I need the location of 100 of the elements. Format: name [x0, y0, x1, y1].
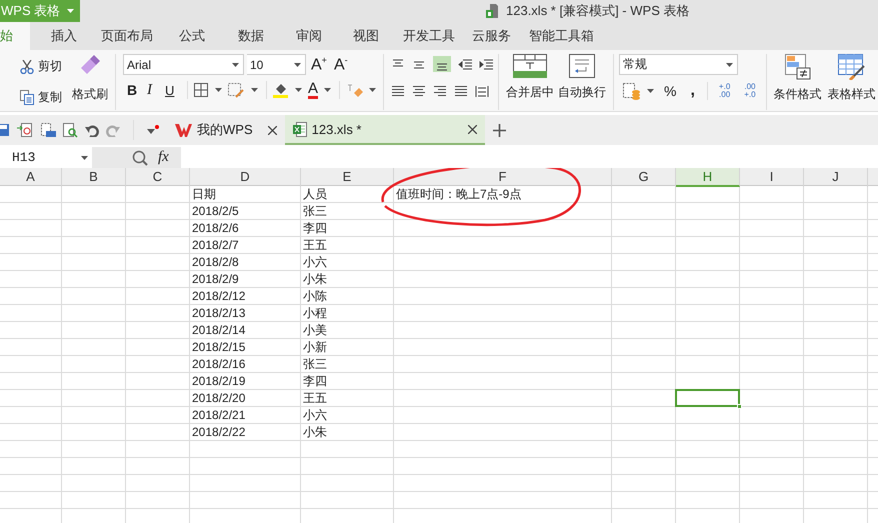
caret-icon[interactable] — [232, 62, 239, 66]
grow-font-button[interactable]: A$^{+}$ — [309, 54, 329, 74]
table-cell: 2018/2/19 — [192, 374, 246, 388]
caret-icon[interactable] — [647, 89, 654, 93]
undo-icon[interactable] — [85, 124, 99, 136]
scissors-icon[interactable] — [20, 60, 34, 74]
merge-cells-icon[interactable] — [513, 54, 548, 78]
format-painter-button[interactable]: 格式刷 — [70, 54, 110, 103]
column-header[interactable]: H — [676, 168, 740, 187]
spreadsheet-file-icon[interactable] — [486, 4, 498, 18]
caret-icon[interactable] — [81, 156, 88, 160]
ribbon-tab[interactable]: 审阅 — [280, 22, 338, 50]
document-tab[interactable]: 123.xls * — [284, 115, 485, 145]
italic-button[interactable]: I — [147, 82, 161, 98]
table-cell: 王五 — [303, 391, 327, 405]
table-cell: 李四 — [303, 221, 327, 235]
wrap-text-icon[interactable] — [569, 54, 596, 78]
ribbon-tab[interactable]: 页面布局 — [92, 22, 162, 50]
insert-function-button[interactable]: fx — [158, 149, 169, 166]
caret-icon[interactable] — [726, 62, 734, 66]
table-cell: 2018/2/9 — [192, 272, 239, 286]
font-name-dropdown[interactable]: Arial — [123, 54, 244, 75]
table-cell: 2018/2/21 — [192, 408, 246, 422]
wrap-text-button[interactable]: 自动换行 — [556, 54, 608, 111]
caret-icon[interactable] — [294, 62, 301, 66]
window-title: 123.xls * [兼容模式] - WPS 表格 — [506, 2, 690, 20]
table-cell: 小六 — [303, 408, 327, 422]
close-icon[interactable] — [268, 126, 277, 134]
save-icon[interactable] — [0, 123, 10, 137]
table-cell: 2018/2/16 — [192, 357, 246, 371]
decrease-decimal-button[interactable]: .00 +.0 — [739, 83, 761, 99]
ribbon-tab[interactable]: 智能工具箱 — [519, 22, 604, 50]
table-cell: 2018/2/5 — [192, 204, 239, 218]
indent-icon[interactable] — [479, 57, 494, 71]
ribbon-tab[interactable]: 公式 — [162, 22, 222, 50]
copy-button[interactable]: 复制 — [20, 89, 62, 106]
table-cell: 值班时间：晚上7点-9点 — [396, 187, 522, 201]
merge-center-button[interactable]: 合并居中 — [504, 54, 556, 111]
caret-icon[interactable] — [324, 88, 332, 92]
document-tab[interactable]: 我的WPS — [167, 115, 285, 145]
table-style-button[interactable]: 表格样式 — [826, 54, 878, 111]
align-left-icon[interactable] — [391, 84, 406, 98]
close-icon[interactable] — [468, 124, 477, 134]
align-right-icon[interactable] — [433, 84, 448, 98]
ribbon-tab[interactable]: 视图 — [338, 22, 394, 50]
comma-style-button[interactable]: , — [684, 82, 701, 100]
copy-icon[interactable] — [20, 90, 34, 105]
ribbon-tab[interactable]: 云服务 — [464, 22, 519, 50]
justify-icon[interactable] — [454, 84, 468, 98]
spreadsheet-file-icon[interactable] — [292, 122, 307, 136]
align-bottom-icon[interactable] — [433, 56, 452, 72]
ribbon-tab[interactable]: 始 — [0, 22, 30, 50]
conditional-format-icon[interactable] — [784, 54, 811, 80]
distribute-icon[interactable] — [475, 84, 490, 98]
font-color-button[interactable]: A — [308, 82, 318, 98]
zoom-icon[interactable] — [132, 150, 148, 166]
cell-cursor[interactable] — [675, 389, 740, 407]
bold-button[interactable]: B — [127, 82, 143, 98]
w-logo-icon[interactable] — [175, 124, 192, 136]
percent-button[interactable]: % — [660, 83, 680, 99]
print-preview-icon[interactable] — [63, 122, 78, 138]
cut-button[interactable]: 剪切 — [20, 58, 62, 75]
fill-color-icon[interactable] — [273, 82, 289, 98]
table-cell: 2018/2/15 — [192, 340, 246, 354]
caret-icon[interactable] — [295, 88, 302, 92]
ribbon-tab[interactable]: 开发工具 — [394, 22, 464, 50]
caret-icon[interactable] — [369, 88, 376, 92]
table-cell: 2018/2/22 — [192, 425, 246, 439]
shrink-font-button[interactable]: A$^{-}$ — [332, 54, 350, 74]
currency-icon[interactable] — [623, 82, 642, 100]
export-icon[interactable] — [17, 122, 33, 138]
table-cell: 小新 — [303, 340, 327, 354]
name-box[interactable]: H13 — [0, 147, 92, 168]
table-style-icon[interactable] — [838, 54, 866, 80]
number-format-dropdown[interactable]: 常规 — [619, 54, 738, 75]
ribbon-tab[interactable]: 数据 — [222, 22, 280, 50]
underline-button[interactable]: U — [165, 82, 181, 98]
caret-icon[interactable] — [215, 88, 222, 92]
conditional-format-button[interactable]: 条件格式 — [772, 54, 824, 111]
ribbon-tab[interactable]: 插入 — [36, 22, 92, 50]
caret-icon[interactable] — [251, 88, 258, 92]
table-cell: 2018/2/8 — [192, 255, 239, 269]
add-tab-icon[interactable] — [492, 124, 506, 136]
increase-decimal-button[interactable]: +.0 .00 — [714, 83, 736, 99]
table-cell: 小朱 — [303, 272, 327, 286]
formula-input[interactable] — [180, 147, 878, 168]
outdent-icon[interactable] — [458, 57, 472, 71]
align-center-icon[interactable] — [412, 84, 426, 98]
borders-icon[interactable] — [194, 83, 209, 97]
cell-style-icon[interactable] — [228, 82, 245, 98]
print-icon[interactable] — [40, 122, 56, 138]
table-cell: 张三 — [303, 204, 327, 218]
table-cell: 李四 — [303, 374, 327, 388]
dropdown-notification-icon[interactable] — [147, 124, 159, 136]
font-size-dropdown[interactable]: 10 — [247, 54, 306, 75]
table-cell: 2018/2/12 — [192, 289, 246, 303]
table-cell: 2018/2/13 — [192, 306, 246, 320]
table-cell: 小六 — [303, 255, 327, 269]
table-cell: 2018/2/6 — [192, 221, 239, 235]
table-cell: 小美 — [303, 323, 327, 337]
